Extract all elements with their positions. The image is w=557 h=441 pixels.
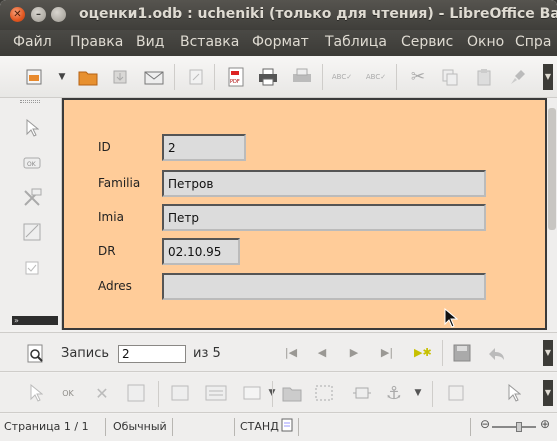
document-icon [280, 417, 294, 433]
id-field[interactable]: 2 [162, 134, 246, 161]
checkbox-control-icon[interactable] [20, 256, 44, 280]
toolbar-overflow-icon[interactable]: ▼ [543, 64, 553, 90]
record-navigation-bar: Запись 2 из 5 |◀ ◀ ▶ ▶| ▶✱ ▼ [0, 332, 557, 372]
edit-icon[interactable] [184, 65, 208, 89]
search-record-icon[interactable] [24, 342, 48, 366]
last-record-icon[interactable]: ▶| [379, 345, 395, 361]
close-window-button[interactable]: ✕ [10, 7, 25, 22]
menu-window[interactable]: Окно [467, 34, 504, 50]
new-record-icon[interactable]: ▶✱ [414, 345, 432, 361]
save-record-icon[interactable] [450, 341, 474, 365]
add-field-icon[interactable] [240, 381, 264, 405]
design-toolbar-overflow-icon[interactable]: ▼ [543, 380, 553, 406]
mouse-cursor-icon [444, 308, 458, 328]
anchor-icon[interactable]: ⚓ [382, 381, 406, 405]
save-icon[interactable] [108, 65, 132, 89]
export-pdf-icon[interactable]: PDF [224, 65, 248, 89]
email-icon[interactable] [142, 65, 166, 89]
copy-icon[interactable] [438, 65, 462, 89]
navbar-overflow-icon[interactable]: ▼ [543, 340, 553, 366]
adres-label: Adres [98, 279, 132, 293]
open-folder-icon[interactable] [76, 65, 100, 89]
window-title: оценки1.odb : ucheniki (только для чтени… [79, 6, 557, 22]
menu-help[interactable]: Спра [515, 34, 551, 50]
form-controls-toolbar: OK » [0, 98, 62, 330]
form-design-icon[interactable] [124, 381, 148, 405]
form-area: ID 2 Familia Петров Imia Петр DR 02.10.9… [62, 98, 547, 330]
push-button-icon[interactable]: OK [20, 152, 44, 176]
minimize-window-button[interactable]: – [31, 7, 46, 22]
zoom-out-icon: ⊖ [480, 417, 491, 431]
undo-record-icon[interactable] [484, 341, 508, 365]
adres-field[interactable] [162, 273, 486, 300]
id-label: ID [98, 140, 111, 154]
insert-mode: СТАНД [240, 420, 279, 433]
design-mode-icon[interactable]: OK [56, 381, 80, 405]
dropdown-arrow-icon[interactable]: ▼ [56, 65, 68, 89]
dr-label: DR [98, 244, 116, 258]
form-design-toolbar: OK ✕ ▼ ⚓ ▼ ▼ [0, 373, 557, 413]
paste-icon[interactable] [472, 65, 496, 89]
vertical-scrollbar[interactable] [547, 98, 557, 330]
familia-field[interactable]: Петров [162, 170, 486, 197]
menu-tools[interactable]: Сервис [401, 34, 453, 50]
form-properties-icon[interactable] [20, 220, 44, 244]
next-record-icon[interactable]: ▶ [346, 345, 362, 361]
page-indicator: Страница 1 / 1 [4, 420, 89, 433]
menu-view[interactable]: Вид [136, 34, 164, 50]
form-navigator-icon[interactable] [204, 381, 228, 405]
open-form-icon[interactable] [22, 65, 46, 89]
group-icon[interactable] [312, 381, 336, 405]
familia-label: Familia [98, 176, 141, 190]
record-count: из 5 [193, 346, 221, 361]
previous-record-icon[interactable]: ◀ [314, 345, 330, 361]
imia-field[interactable]: Петр [162, 204, 486, 231]
title-bar: ✕ – оценки1.odb : ucheniki (только для ч… [0, 0, 557, 30]
zoom-slider[interactable]: ⊖ ⊕ [478, 417, 554, 434]
print-icon[interactable] [256, 65, 280, 89]
record-number-input[interactable]: 2 [118, 345, 186, 363]
open-design-folder-icon[interactable] [280, 381, 304, 405]
cut-icon[interactable]: ✂ [406, 65, 430, 89]
more-controls-icon[interactable]: » [12, 316, 58, 325]
standard-toolbar: ▼ PDF ABC✓ ABC✓ ✂ ▼ [0, 56, 557, 98]
app-window: ✕ – оценки1.odb : ucheniki (только для ч… [0, 0, 557, 441]
dr-field[interactable]: 02.10.95 [162, 238, 240, 265]
anchor-dropdown-icon[interactable]: ▼ [412, 381, 424, 405]
svg-text:OK: OK [27, 161, 37, 168]
imia-label: Imia [98, 210, 124, 224]
menu-format[interactable]: Формат [252, 34, 309, 50]
svg-text:PDF: PDF [230, 79, 240, 85]
menu-table[interactable]: Таблица [325, 34, 387, 50]
print-preview-icon[interactable] [290, 65, 314, 89]
status-bar: Страница 1 / 1 Обычный СТАНД ⊖ ⊕ [0, 414, 557, 441]
menu-file[interactable]: Файл [13, 34, 52, 50]
menu-edit[interactable]: Правка [70, 34, 123, 50]
maximize-window-button[interactable] [51, 7, 66, 22]
format-paintbrush-icon[interactable] [506, 65, 530, 89]
menu-insert[interactable]: Вставка [180, 34, 239, 50]
position-size-icon[interactable] [350, 381, 374, 405]
first-record-icon[interactable]: |◀ [283, 345, 299, 361]
control-properties-icon[interactable] [20, 186, 44, 210]
page-style: Обычный [113, 420, 167, 433]
select-icon[interactable] [24, 381, 48, 405]
spellcheck-icon[interactable]: ABC✓ [330, 65, 354, 89]
menu-bar: Файл Правка Вид Вставка Формат Таблица С… [0, 30, 557, 56]
control-icon[interactable]: ✕ [90, 381, 114, 405]
select-objects-icon[interactable] [502, 381, 526, 405]
align-icon[interactable] [444, 381, 468, 405]
autospell-icon[interactable]: ABC✓ [364, 65, 388, 89]
record-label: Запись [61, 346, 110, 361]
select-pointer-icon[interactable] [20, 116, 44, 140]
zoom-in-icon: ⊕ [540, 417, 551, 431]
tab-order-icon[interactable] [168, 381, 192, 405]
